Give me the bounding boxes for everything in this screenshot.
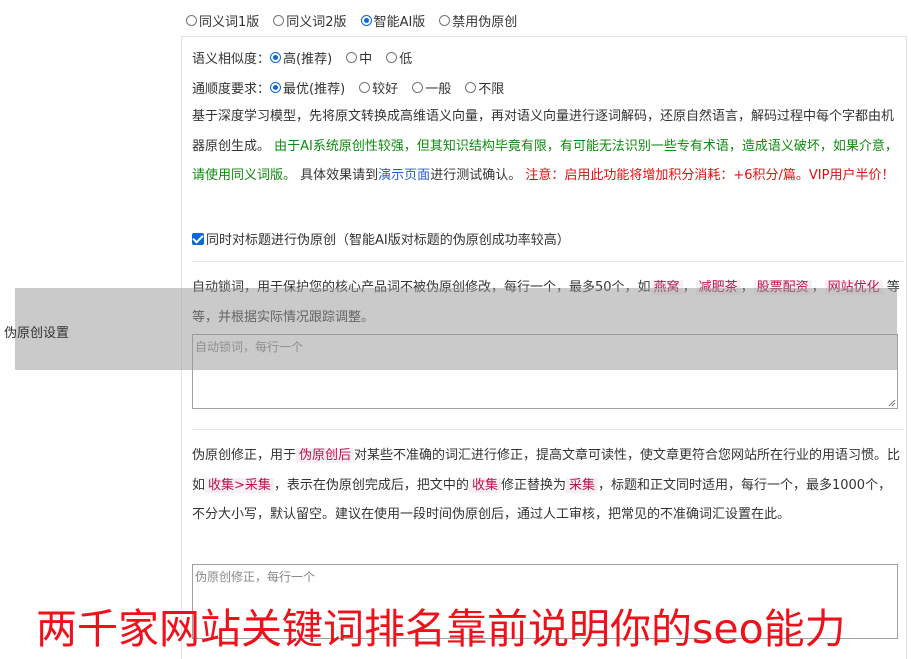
version-option-disable[interactable]: 禁用伪原创	[439, 11, 517, 30]
fluency-row: 通顺度要求： 最优(推荐) 较好 一般 不限	[192, 78, 518, 97]
radio-icon[interactable]	[386, 52, 398, 63]
correction-tag: 收集>采集	[205, 477, 274, 493]
option-label: 高(推荐)	[283, 52, 333, 67]
radio-selected-icon[interactable]	[270, 82, 282, 93]
demo-page-link[interactable]: 演示页面	[378, 168, 430, 183]
similarity-row: 语义相似度： 高(推荐) 中 低	[192, 48, 426, 67]
radio-icon[interactable]	[412, 82, 424, 93]
description-text: 进行测试确认。	[430, 168, 522, 183]
resize-grip-icon[interactable]	[888, 399, 896, 407]
similarity-option-low[interactable]: 低	[386, 48, 412, 67]
option-label: 同义词2版	[286, 15, 347, 30]
version-option-ai[interactable]: 智能AI版	[360, 11, 426, 30]
option-label: 最优(推荐)	[283, 82, 346, 97]
ai-description: 基于深度学习模型，先将原文转换成高维语义向量，再对语义向量进行逐词解码，还原自然…	[192, 102, 904, 191]
radio-selected-icon[interactable]	[270, 52, 282, 63]
similarity-label: 语义相似度：	[192, 52, 271, 67]
fluency-option-unlimited[interactable]: 不限	[465, 78, 504, 97]
radio-icon[interactable]	[273, 15, 285, 26]
radio-icon[interactable]	[359, 82, 371, 93]
correction-text: ，表示在伪原创完成后，把文中的	[273, 477, 469, 493]
option-label: 禁用伪原创	[452, 15, 518, 30]
description-text: 具体效果请到	[300, 168, 379, 183]
divider	[192, 261, 904, 262]
radio-icon[interactable]	[465, 82, 477, 93]
version-option-synonym2[interactable]: 同义词2版	[273, 11, 347, 30]
version-option-synonym1[interactable]: 同义词1版	[186, 11, 259, 30]
option-label: 低	[399, 52, 413, 67]
version-radio-group: 同义词1版 同义词2版 智能AI版 禁用伪原创	[186, 11, 531, 30]
option-label: 不限	[478, 82, 505, 97]
radio-icon[interactable]	[439, 15, 451, 26]
title-checkbox-row[interactable]: 同时对标题进行伪原创（智能AI版对标题的伪原创成功率较高）	[192, 229, 570, 248]
correction-tag: 伪原创后	[296, 448, 355, 463]
correction-description: 伪原创修正，用于 伪原创后 对某些不准确的词汇进行修正，提高文章可读性，使文章更符合…	[192, 441, 904, 530]
option-label: 较好	[372, 82, 399, 97]
fluency-option-normal[interactable]: 一般	[412, 78, 451, 97]
promo-banner-text: 两千家网站关键词排名靠前说明你的seo能力	[36, 605, 846, 653]
checkbox-checked-icon[interactable]	[192, 232, 204, 245]
divider	[192, 429, 904, 430]
radio-icon[interactable]	[346, 52, 358, 63]
correction-text: 伪原创修正，用于	[192, 448, 297, 463]
radio-selected-icon[interactable]	[360, 15, 372, 26]
similarity-option-medium[interactable]: 中	[346, 48, 372, 67]
fluency-label: 通顺度要求：	[192, 82, 271, 97]
correction-text: 修正替换为	[500, 477, 566, 493]
option-label: 一般	[425, 82, 452, 97]
option-label: 智能AI版	[373, 15, 426, 30]
correction-tag: 收集	[468, 477, 501, 493]
gray-overlay-band	[15, 288, 897, 370]
cost-warning: 注意：启用此功能将增加积分消耗：+6积分/篇。VIP用户半价！	[525, 168, 895, 183]
radio-icon[interactable]	[186, 15, 197, 26]
title-checkbox-label: 同时对标题进行伪原创（智能AI版对标题的伪原创成功率较高）	[206, 233, 570, 248]
correction-tag: 采集	[565, 477, 598, 493]
option-label: 同义词1版	[199, 15, 260, 30]
side-label: 伪原创设置	[4, 326, 70, 341]
option-label: 中	[359, 52, 373, 67]
fluency-option-best[interactable]: 最优(推荐)	[270, 78, 345, 97]
similarity-option-high[interactable]: 高(推荐)	[270, 48, 332, 67]
textarea-placeholder: 伪原创修正，每行一个	[195, 570, 316, 584]
fluency-option-good[interactable]: 较好	[359, 78, 398, 97]
